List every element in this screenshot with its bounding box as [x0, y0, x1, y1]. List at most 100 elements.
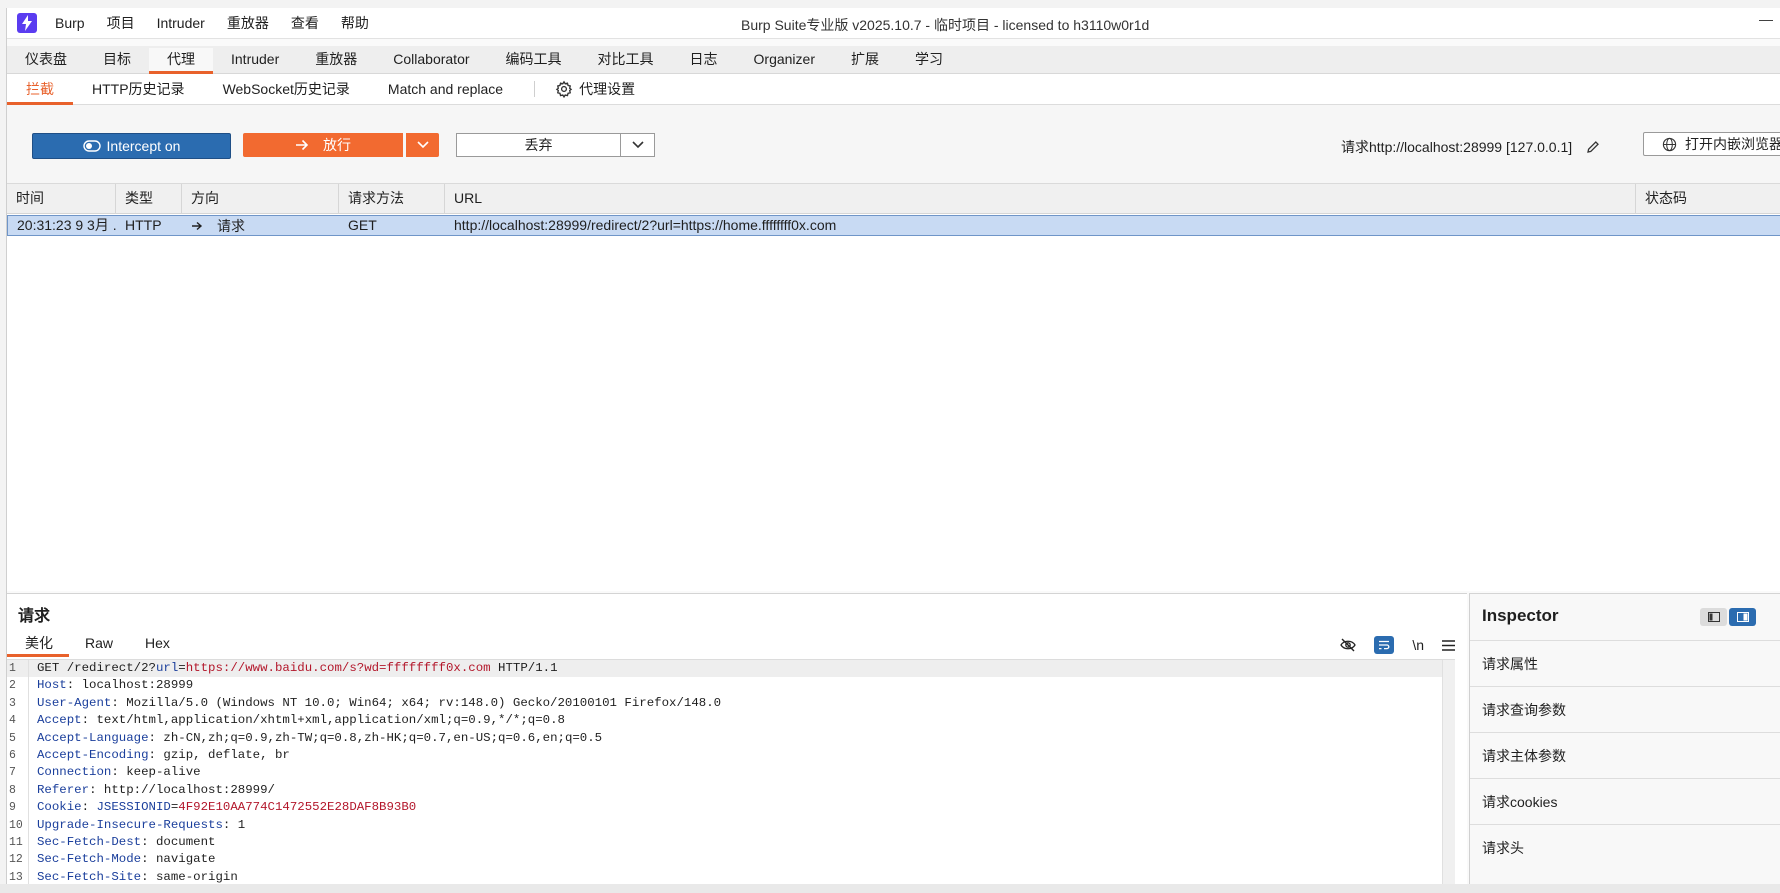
- request-editor-tools: \n: [1340, 636, 1455, 654]
- request-target-info: 请求http://localhost:28999 [127.0.0.1]: [1341, 137, 1600, 157]
- menu-project[interactable]: 项目: [107, 13, 135, 33]
- intercept-label: Intercept on: [106, 138, 181, 154]
- line-number: 9: [7, 799, 29, 817]
- inspector-request-attributes[interactable]: 请求属性: [1470, 640, 1780, 686]
- inspector-title: Inspector: [1482, 606, 1559, 625]
- line-content: Connection: keep-alive: [37, 765, 201, 780]
- line-number: 10: [7, 816, 29, 834]
- subtab-websocket-history[interactable]: WebSocket历史记录: [204, 74, 369, 104]
- menu-intruder[interactable]: Intruder: [157, 15, 205, 31]
- burp-window: Burp 项目 Intruder 重放器 查看 帮助 Burp Suite专业版…: [6, 8, 1780, 890]
- layout-list-button[interactable]: [1700, 608, 1727, 626]
- tab-pretty[interactable]: 美化: [7, 629, 69, 657]
- request-line: 11 Sec-Fetch-Dest: document: [7, 833, 1455, 852]
- column-time[interactable]: 时间: [7, 184, 116, 213]
- title-bar: Burp 项目 Intruder 重放器 查看 帮助 Burp Suite专业版…: [7, 8, 1780, 39]
- request-view-tabs: 美化 Raw Hex: [7, 629, 186, 657]
- column-direction[interactable]: 方向: [182, 184, 339, 213]
- drop-button[interactable]: 丢弃: [456, 133, 620, 157]
- tab-decoder[interactable]: 编码工具: [488, 48, 580, 73]
- subtab-http-history[interactable]: HTTP历史记录: [73, 74, 204, 104]
- line-content: Accept: text/html,application/xhtml+xml,…: [37, 713, 565, 728]
- inspector-query-params[interactable]: 请求查询参数: [1470, 686, 1780, 732]
- menu-view[interactable]: 查看: [291, 13, 319, 33]
- word-wrap-button[interactable]: [1374, 636, 1395, 654]
- editor-scrollbar[interactable]: [1442, 660, 1455, 890]
- tab-collaborator[interactable]: Collaborator: [375, 48, 487, 73]
- eye-off-icon[interactable]: [1340, 638, 1357, 652]
- line-content: Cookie: JSESSIONID=4F92E10AA774C1472552E…: [37, 800, 417, 815]
- tab-learn[interactable]: 学习: [897, 48, 961, 73]
- gear-icon: [555, 80, 573, 98]
- wrap-lines-icon: [1379, 640, 1390, 650]
- list-layout-icon: [1707, 612, 1720, 622]
- request-line: 2 Host: localhost:28999: [7, 677, 1455, 695]
- column-status[interactable]: 状态码: [1636, 184, 1780, 213]
- forward-button[interactable]: 放行: [243, 133, 403, 157]
- tab-repeater[interactable]: 重放器: [297, 48, 375, 73]
- menu-burp[interactable]: Burp: [55, 15, 85, 31]
- tab-comparer[interactable]: 对比工具: [580, 48, 672, 73]
- toggle-icon: [82, 140, 101, 152]
- line-content: Sec-Fetch-Mode: navigate: [37, 852, 216, 867]
- tab-target[interactable]: 目标: [85, 48, 149, 73]
- inspector-body-params[interactable]: 请求主体参数: [1470, 732, 1780, 778]
- subtab-intercept[interactable]: 拦截: [7, 74, 73, 105]
- minimize-icon[interactable]: —: [1759, 11, 1773, 27]
- inspector-layout-toggles: [1700, 608, 1756, 626]
- open-browser-label: 打开内嵌浏览器: [1685, 136, 1780, 152]
- line-content: Accept-Encoding: gzip, deflate, br: [37, 747, 290, 762]
- inspector-headers[interactable]: 请求头: [1470, 824, 1780, 870]
- menu-icon[interactable]: [1442, 639, 1455, 651]
- tab-raw[interactable]: Raw: [69, 629, 129, 657]
- line-number: 5: [7, 729, 29, 747]
- layout-panel-button[interactable]: [1729, 608, 1756, 626]
- newline-toggle-button[interactable]: \n: [1412, 637, 1424, 653]
- menu-help[interactable]: 帮助: [341, 13, 369, 33]
- forward-options-button[interactable]: [406, 133, 439, 157]
- tab-hex[interactable]: Hex: [129, 629, 186, 657]
- panel-layout-icon: [1736, 612, 1749, 622]
- tab-extensions[interactable]: 扩展: [833, 48, 897, 73]
- tab-intruder[interactable]: Intruder: [213, 48, 297, 73]
- request-line: 1 GET /redirect/2?url=https://www.baidu.c…: [7, 660, 1455, 678]
- tab-proxy[interactable]: 代理: [149, 48, 213, 74]
- row-method: GET: [348, 217, 377, 233]
- column-type[interactable]: 类型: [116, 184, 182, 213]
- open-browser-button[interactable]: 打开内嵌浏览器: [1643, 132, 1780, 156]
- edit-pencil-icon[interactable]: [1586, 140, 1600, 154]
- table-row[interactable]: 20:31:23 9 3月 ... HTTP 请求 GET http://loc…: [7, 215, 1780, 236]
- drop-label: 丢弃: [524, 137, 553, 153]
- intercept-toggle-button[interactable]: Intercept on: [32, 133, 231, 159]
- proxy-settings-label: 代理设置: [579, 81, 636, 97]
- line-content: Referer: http://localhost:28999/: [37, 782, 275, 797]
- request-editor[interactable]: 1 GET /redirect/2?url=https://www.baidu.c…: [7, 659, 1455, 890]
- request-line: 12 Sec-Fetch-Mode: navigate: [7, 851, 1455, 869]
- proxy-settings-button[interactable]: 代理设置: [541, 79, 635, 99]
- request-pane: 请求 美化 Raw Hex \n 1 GET /redirect/2?url=ht…: [7, 593, 1467, 890]
- tab-organizer[interactable]: Organizer: [736, 48, 833, 73]
- request-line: 9 Cookie: JSESSIONID=4F92E10AA774C1472552…: [7, 799, 1455, 817]
- inspector-panel: Inspector 请求属性 请求查询参数 请求主体参数 请求cookies 请…: [1469, 593, 1780, 890]
- request-target-text: 请求http://localhost:28999 [127.0.0.1]: [1341, 139, 1573, 155]
- column-method[interactable]: 请求方法: [339, 184, 445, 213]
- row-direction-label: 请求: [217, 217, 245, 234]
- tab-logger[interactable]: 日志: [672, 48, 736, 73]
- menu-repeater[interactable]: 重放器: [227, 13, 269, 33]
- burp-logo-icon: [17, 13, 37, 33]
- proxy-sub-tabs: 拦截 HTTP历史记录 WebSocket历史记录 Match and repl…: [7, 74, 1780, 105]
- arrow-right-icon: [296, 139, 309, 151]
- line-number: 4: [7, 712, 29, 730]
- inspector-cookies[interactable]: 请求cookies: [1470, 778, 1780, 824]
- globe-icon: [1662, 137, 1677, 151]
- chevron-down-icon: [416, 141, 429, 149]
- request-line: 6 Accept-Encoding: gzip, deflate, br: [7, 746, 1455, 765]
- column-url[interactable]: URL: [445, 184, 1636, 213]
- tab-dashboard[interactable]: 仪表盘: [7, 48, 85, 73]
- drop-options-button[interactable]: [620, 133, 655, 157]
- request-line: 4 Accept: text/html,application/xhtml+xml…: [7, 712, 1455, 730]
- intercept-toolbar: Intercept on 放行 丢弃 请求http://localhost:28…: [7, 105, 1780, 184]
- row-time: 20:31:23 9 3月 ...: [17, 217, 116, 233]
- line-number: 11: [7, 833, 29, 852]
- subtab-match-replace[interactable]: Match and replace: [369, 74, 522, 104]
